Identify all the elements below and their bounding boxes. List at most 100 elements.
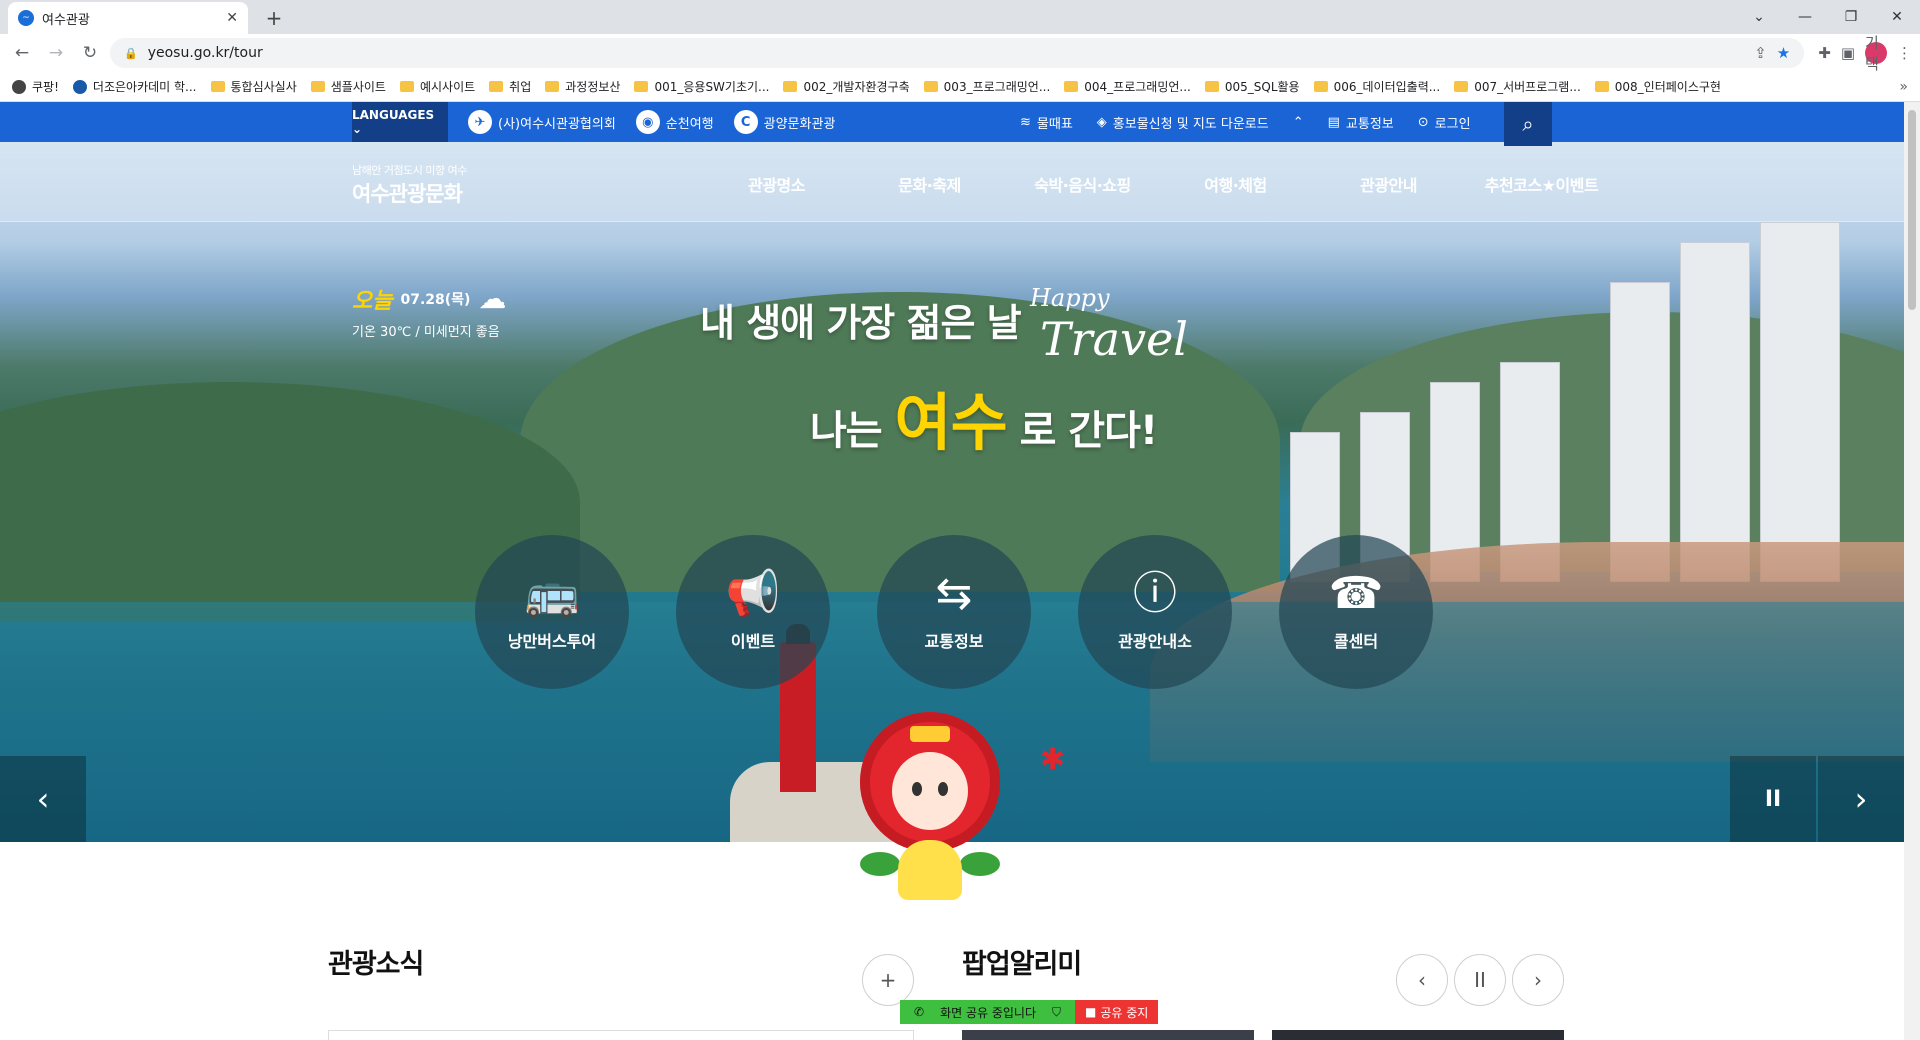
bookmark-label: 쿠팡! (32, 80, 59, 94)
back-button[interactable]: ← (8, 39, 36, 67)
stop-sharing-label: 공유 중지 (1100, 1005, 1149, 1020)
popup-next-button[interactable]: › (1512, 954, 1564, 1006)
folder-icon (1594, 81, 1609, 92)
folder-icon (1204, 81, 1219, 92)
bookmark-item[interactable]: 003_프로그래밍언... (923, 78, 1051, 95)
quick-label: 콜센터 (1333, 632, 1379, 651)
more-bookmarks-icon[interactable]: » (1899, 79, 1908, 95)
link-label: (사)여수시관광협의회 (498, 116, 616, 132)
slide-next-button[interactable]: › (1818, 756, 1904, 842)
lock-icon[interactable]: 🔒 (124, 47, 138, 60)
quick-info-center-button[interactable]: ⓘ 관광안내소 (1078, 535, 1232, 689)
phone-icon: ☎ (1328, 568, 1384, 619)
bookmark-item[interactable]: 006_데이터입출력... (1313, 78, 1441, 95)
traffic-info-link[interactable]: ▤ 교통정보 (1328, 113, 1394, 132)
chevron-up-icon: ⌃ (1292, 114, 1304, 130)
brochure-label: 홍보물신청 및 지도 다운로드 (1112, 116, 1269, 132)
city-buildings-image (1250, 222, 1900, 582)
bookmark-item[interactable]: 004_프로그래밍언... (1064, 78, 1191, 95)
bookmark-item[interactable]: 001_응용SW기초기... (634, 78, 769, 95)
slogan-travel: Travel (1040, 312, 1189, 366)
bookmark-label: 통합심사실사 (230, 80, 297, 94)
lock-small-icon: ⊙ (1417, 114, 1429, 130)
site-search-icon[interactable]: ⌕ (1504, 102, 1552, 146)
nav-item-culture-festival[interactable]: 문화·축제 (853, 172, 1006, 196)
popup-pause-button[interactable]: II (1454, 954, 1506, 1006)
bus-icon: 🚌 (524, 568, 580, 619)
extensions-icon[interactable]: ✚ (1818, 44, 1831, 62)
bookmark-item[interactable]: 취업 (489, 78, 531, 95)
bookmark-label: 002_개발자환경구축 (803, 80, 910, 94)
quick-event-button[interactable]: 📢 이벤트 (676, 535, 830, 689)
stop-sharing-button[interactable]: ■ 공유 중지 (1075, 1000, 1159, 1024)
bookmark-item[interactable]: 과정정보산 (545, 78, 620, 95)
association-logo-icon: ✈ (468, 110, 492, 134)
restore-button[interactable]: ❐ (1828, 0, 1874, 34)
url-text[interactable]: yeosu.go.kr/tour (148, 45, 1745, 61)
link-label: 순천여행 (665, 116, 714, 132)
site-icon (12, 79, 26, 94)
wave-icon: ≋ (1020, 114, 1031, 130)
tide-table-link[interactable]: ≋ 물때표 (1020, 113, 1073, 132)
popup-prev-button[interactable]: ‹ (1396, 954, 1448, 1006)
popup-thumbnail[interactable] (962, 1030, 1254, 1040)
slide-pause-button[interactable]: II (1730, 756, 1816, 842)
nav-item-travel-experience[interactable]: 여행·체험 (1159, 172, 1312, 196)
close-tab-icon[interactable]: ✕ (226, 10, 238, 26)
quick-bus-tour-button[interactable]: 🚌 낭만버스투어 (475, 535, 629, 689)
profile-avatar[interactable]: 기택 (1865, 34, 1887, 73)
forward-button[interactable]: → (42, 39, 70, 67)
languages-dropdown[interactable]: LANGUAGES ⌄ (352, 102, 448, 142)
stop-square-icon: ■ (1085, 1005, 1097, 1019)
bookmark-item[interactable]: 통합심사실사 (210, 78, 297, 95)
tab-search-icon[interactable]: ⌄ (1736, 0, 1782, 34)
signpost-icon: ⇆ (935, 568, 973, 619)
news-more-button[interactable]: + (862, 954, 914, 1006)
new-tab-button[interactable]: + (260, 4, 288, 32)
bookmark-item[interactable]: 예시사이트 (399, 78, 475, 95)
link-suncheon-travel[interactable]: ◉ 순천여행 (635, 110, 714, 134)
reload-button[interactable]: ↻ (76, 39, 104, 67)
scrollbar-thumb[interactable] (1908, 110, 1916, 310)
nav-item-tour-guide[interactable]: 관광안내 (1312, 172, 1465, 196)
bookmark-item[interactable]: 007_서버프로그램... (1454, 78, 1581, 95)
window-close-button[interactable]: ✕ (1874, 0, 1920, 34)
browser-tab[interactable]: ~ 여수관광 ✕ (8, 2, 248, 34)
bookmark-label: 과정정보산 (565, 80, 621, 94)
login-label: 로그인 (1434, 116, 1471, 132)
address-bar[interactable]: 🔒 yeosu.go.kr/tour ⇪ ★ (110, 38, 1805, 68)
slide-prev-button[interactable]: ‹ (0, 756, 86, 842)
bookmark-item[interactable]: 005_SQL활용 (1204, 78, 1300, 95)
nav-item-courses-events[interactable]: 추천코스★이벤트 (1465, 172, 1618, 196)
minimize-button[interactable]: — (1782, 0, 1828, 34)
site-logo[interactable]: 남해안 거점도시 미항 여수 여수관광문화 (352, 162, 467, 208)
bookmark-item[interactable]: 쿠팡! (12, 78, 59, 95)
folder-icon (1454, 81, 1469, 92)
weather-detail: 기온 30℃ / 미세먼지 좋음 (352, 325, 500, 340)
bookmark-star-icon[interactable]: ★ (1777, 44, 1790, 62)
login-link[interactable]: ⊙ 로그인 (1418, 113, 1471, 132)
bookmark-item[interactable]: 더조은아카데미 학... (72, 78, 197, 95)
quick-traffic-button[interactable]: ⇆ 교통정보 (877, 535, 1031, 689)
popup-thumbnail[interactable] (1272, 1030, 1564, 1040)
bookmark-item[interactable]: 008_인터페이스구현 (1594, 78, 1721, 95)
popup-section-title: 팝업알리미 (962, 949, 1082, 980)
nav-item-attractions[interactable]: 관광명소 (700, 172, 853, 196)
side-panel-icon[interactable]: ▣ (1841, 44, 1855, 62)
bookmark-label: 006_데이터입출력... (1333, 80, 1441, 94)
browser-menu-icon[interactable]: ⋮ (1897, 44, 1912, 62)
nav-item-stay-food-shopping[interactable]: 숙박·음식·쇼핑 (1006, 172, 1159, 196)
brochure-map-download-link[interactable]: ◈ 홍보물신청 및 지도 다운로드 ⌃ (1097, 113, 1304, 132)
bookmark-label: 003_프로그래밍언... (943, 80, 1051, 94)
link-yeosu-tourism-association[interactable]: ✈ (사)여수시관광협의회 (468, 110, 616, 134)
news-list (328, 1030, 914, 1040)
bookmark-item[interactable]: 002_개발자환경구축 (783, 78, 910, 95)
share-icon[interactable]: ⇪ (1754, 44, 1767, 62)
popup-notice-section: 팝업알리미 (962, 942, 1082, 981)
bookmark-item[interactable]: 샘플사이트 (310, 78, 386, 95)
tourism-news-section: 관광소식 (328, 942, 424, 981)
page-scrollbar[interactable] (1904, 102, 1920, 1040)
link-gwangyang-tourism[interactable]: C 광양문화관광 (733, 110, 835, 134)
bookmark-label: 007_서버프로그램... (1474, 80, 1581, 94)
quick-call-center-button[interactable]: ☎ 콜센터 (1279, 535, 1433, 689)
